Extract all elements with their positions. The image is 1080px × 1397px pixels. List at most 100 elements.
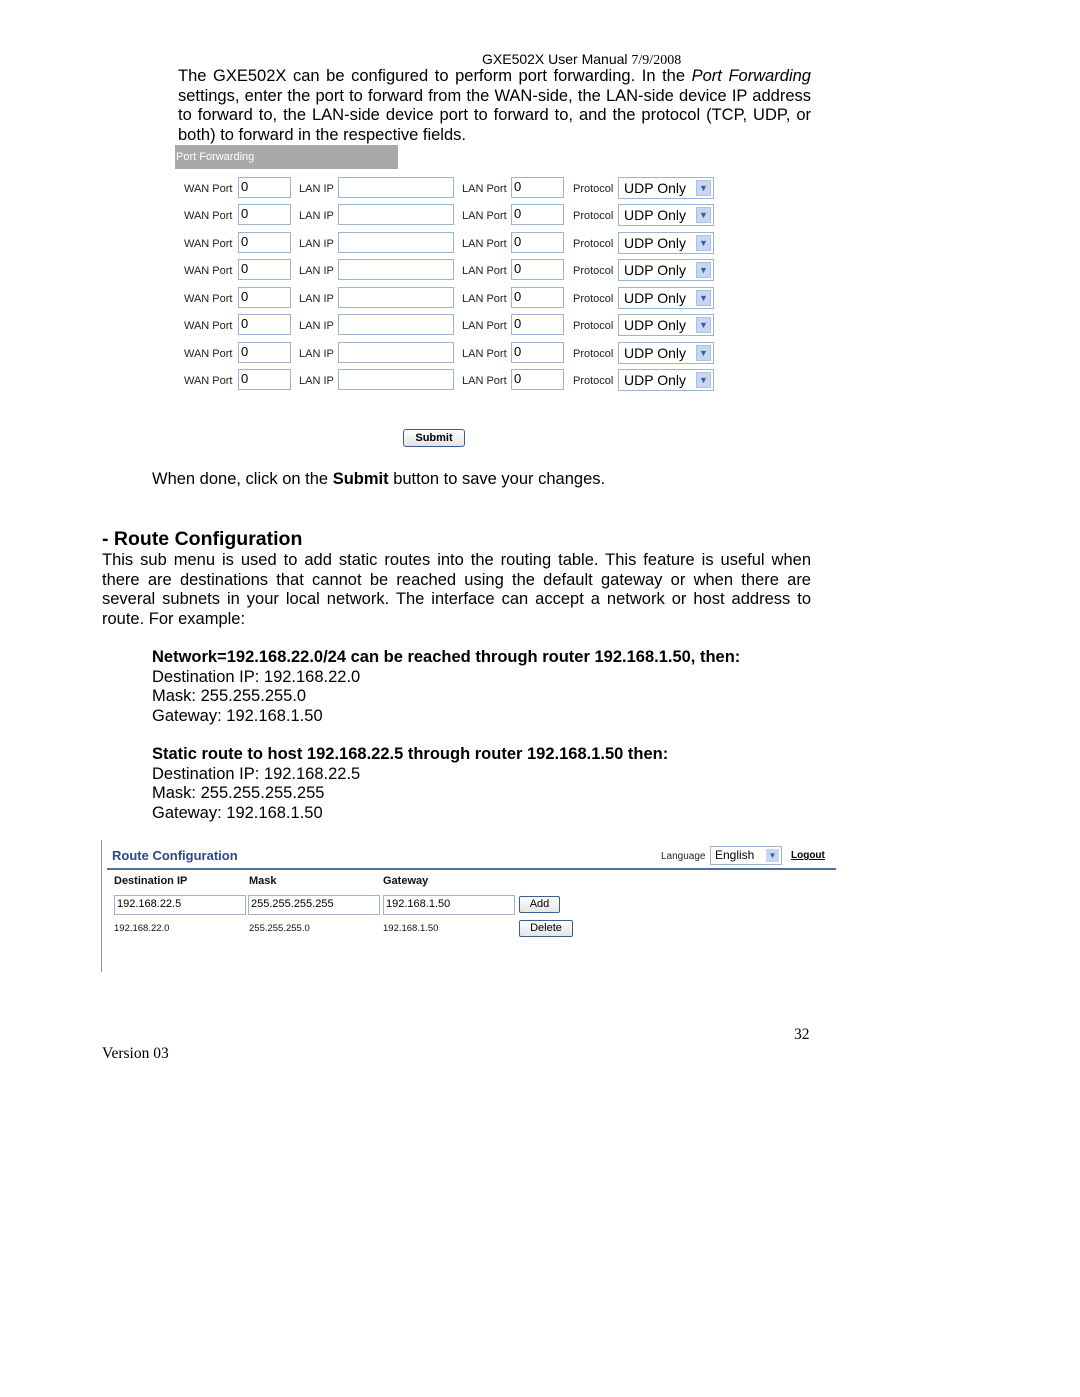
- lan-port-label: LAN Port: [462, 320, 507, 332]
- protocol-select[interactable]: UDP Only ▼: [618, 204, 714, 226]
- column-header-mask: Mask: [249, 875, 277, 887]
- port-forwarding-row: WAN Port 0 LAN IP LAN Port 0 Protocol UDP Only…: [175, 314, 735, 338]
- lan-port-input[interactable]: 0: [511, 342, 564, 363]
- intro-italic: Port Forwarding: [691, 67, 811, 85]
- chevron-down-icon[interactable]: ▼: [696, 180, 711, 196]
- mask-input[interactable]: 255.255.255.255: [248, 895, 380, 915]
- lan-port-input[interactable]: 0: [511, 287, 564, 308]
- wan-port-input[interactable]: 0: [238, 177, 291, 198]
- lan-ip-input[interactable]: [338, 259, 454, 280]
- intro-text-cont: settings, enter the port to forward from…: [178, 86, 811, 144]
- intro-paragraph: The GXE502X can be configured to perform…: [178, 67, 811, 145]
- lan-ip-label: LAN IP: [299, 183, 334, 195]
- done-text: When done, click on the: [152, 470, 333, 488]
- intro-text: The GXE502X can be configured to perform…: [178, 67, 692, 85]
- wan-port-label: WAN Port: [184, 375, 233, 387]
- route-gateway: 192.168.1.50: [383, 923, 439, 934]
- gateway-input[interactable]: 192.168.1.50: [383, 895, 515, 915]
- lan-port-input[interactable]: 0: [511, 369, 564, 390]
- wan-port-input[interactable]: 0: [238, 314, 291, 335]
- protocol-label: Protocol: [573, 293, 614, 305]
- version-label: Version 03: [102, 1045, 169, 1062]
- protocol-value: UDP Only: [624, 345, 686, 361]
- lan-port-input[interactable]: 0: [511, 314, 564, 335]
- protocol-label: Protocol: [573, 265, 614, 277]
- wan-port-input[interactable]: 0: [238, 204, 291, 225]
- lan-ip-input[interactable]: [338, 369, 454, 390]
- wan-port-input[interactable]: 0: [238, 369, 291, 390]
- port-forwarding-title: Port Forwarding: [175, 145, 398, 169]
- route-destination: 192.168.22.0: [114, 923, 170, 934]
- wan-port-label: WAN Port: [184, 293, 233, 305]
- lan-ip-label: LAN IP: [299, 293, 334, 305]
- wan-port-input[interactable]: 0: [238, 287, 291, 308]
- protocol-select[interactable]: UDP Only ▼: [618, 177, 714, 199]
- protocol-select[interactable]: UDP Only ▼: [618, 232, 714, 254]
- chevron-down-icon[interactable]: ▼: [696, 207, 711, 223]
- column-header-gateway: Gateway: [383, 875, 429, 887]
- lan-port-input[interactable]: 0: [511, 259, 564, 280]
- route-config-title: Route Configuration: [112, 848, 238, 863]
- lan-port-label: LAN Port: [462, 183, 507, 195]
- chevron-down-icon[interactable]: ▼: [696, 372, 711, 388]
- example-line: Destination IP: 192.168.22.0: [152, 667, 361, 686]
- protocol-select[interactable]: UDP Only ▼: [618, 369, 714, 391]
- port-forwarding-row: WAN Port 0 LAN IP LAN Port 0 Protocol UDP Only…: [175, 287, 735, 311]
- chevron-down-icon[interactable]: ▼: [766, 849, 779, 862]
- chevron-down-icon[interactable]: ▼: [696, 262, 711, 278]
- wan-port-label: WAN Port: [184, 210, 233, 222]
- page-number: 32: [794, 1026, 810, 1043]
- example-title: Network=192.168.22.0/24 can be reached t…: [152, 648, 741, 666]
- protocol-select[interactable]: UDP Only ▼: [618, 314, 714, 336]
- title-divider: [107, 868, 836, 870]
- lan-port-label: LAN Port: [462, 238, 507, 250]
- lan-ip-input[interactable]: [338, 342, 454, 363]
- protocol-label: Protocol: [573, 375, 614, 387]
- submit-button[interactable]: Submit: [403, 429, 465, 447]
- protocol-select[interactable]: UDP Only ▼: [618, 342, 714, 364]
- lan-ip-input[interactable]: [338, 204, 454, 225]
- protocol-select[interactable]: UDP Only ▼: [618, 287, 714, 309]
- add-button[interactable]: Add: [519, 896, 560, 913]
- lan-port-input[interactable]: 0: [511, 177, 564, 198]
- logout-link[interactable]: Logout: [791, 850, 825, 861]
- wan-port-input[interactable]: 0: [238, 232, 291, 253]
- chevron-down-icon[interactable]: ▼: [696, 290, 711, 306]
- frame-border: [101, 840, 102, 972]
- example-line: Mask: 255.255.255.255: [152, 784, 325, 803]
- lan-ip-input[interactable]: [338, 177, 454, 198]
- wan-port-label: WAN Port: [184, 238, 233, 250]
- lan-port-input[interactable]: 0: [511, 204, 564, 225]
- lan-ip-input[interactable]: [338, 314, 454, 335]
- manual-title: GXE502X User Manual: [482, 51, 628, 67]
- lan-ip-input[interactable]: [338, 287, 454, 308]
- chevron-down-icon[interactable]: ▼: [696, 235, 711, 251]
- protocol-value: UDP Only: [624, 207, 686, 223]
- route-heading: - Route Configuration: [102, 528, 303, 550]
- chevron-down-icon[interactable]: ▼: [696, 317, 711, 333]
- lan-ip-input[interactable]: [338, 232, 454, 253]
- manual-date: 7/9/2008: [631, 53, 682, 68]
- lan-port-label: LAN Port: [462, 210, 507, 222]
- wan-port-label: WAN Port: [184, 183, 233, 195]
- port-forwarding-row: WAN Port 0 LAN IP LAN Port 0 Protocol UDP Only…: [175, 177, 735, 201]
- route-mask: 255.255.255.0: [249, 923, 310, 934]
- delete-button[interactable]: Delete: [519, 920, 573, 937]
- lan-port-input[interactable]: 0: [511, 232, 564, 253]
- wan-port-input[interactable]: 0: [238, 342, 291, 363]
- example-line: Mask: 255.255.255.0: [152, 687, 307, 706]
- wan-port-label: WAN Port: [184, 348, 233, 360]
- column-header-destination: Destination IP: [114, 875, 188, 887]
- example-line: Gateway: 192.168.1.50: [152, 803, 323, 822]
- protocol-value: UDP Only: [624, 180, 686, 196]
- protocol-select[interactable]: UDP Only ▼: [618, 259, 714, 281]
- language-label: Language: [661, 851, 706, 862]
- destination-ip-input[interactable]: 192.168.22.5: [114, 895, 246, 915]
- protocol-value: UDP Only: [624, 290, 686, 306]
- chevron-down-icon[interactable]: ▼: [696, 345, 711, 361]
- language-select[interactable]: English ▼: [710, 846, 782, 865]
- example-host: Static route to host 192.168.22.5 throug…: [152, 745, 668, 823]
- port-forwarding-row: WAN Port 0 LAN IP LAN Port 0 Protocol UDP Only…: [175, 204, 735, 228]
- protocol-label: Protocol: [573, 210, 614, 222]
- wan-port-input[interactable]: 0: [238, 259, 291, 280]
